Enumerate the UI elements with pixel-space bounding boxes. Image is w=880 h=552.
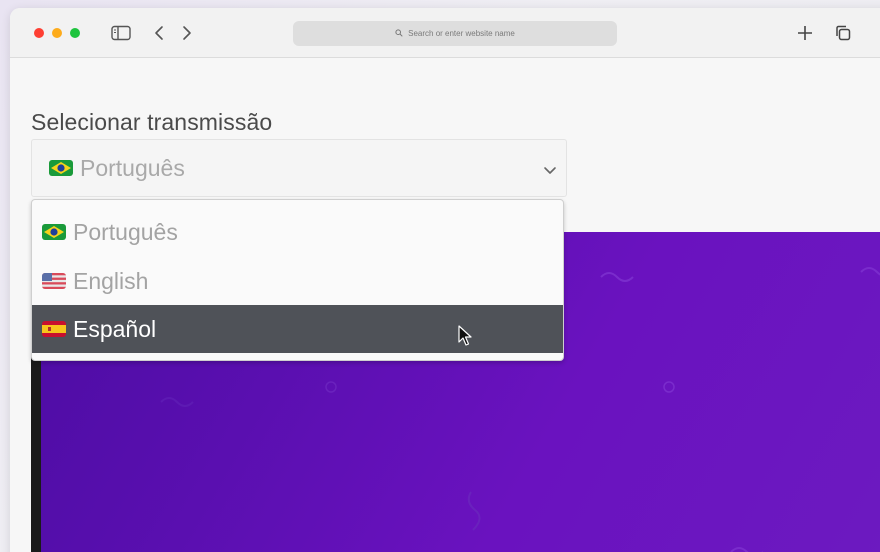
page-content: Selecionar transmissão Português Portugu… [10,59,880,552]
chevron-down-icon [542,162,558,178]
forward-icon[interactable] [176,22,198,44]
close-window-button[interactable] [34,28,44,38]
back-icon[interactable] [148,22,170,44]
brazil-flag-icon [49,160,73,176]
language-select[interactable]: Português [31,139,567,197]
address-bar[interactable]: Search or enter website name [293,21,617,46]
minimize-window-button[interactable] [52,28,62,38]
language-option-portugues[interactable]: Português [32,208,563,256]
page-title: Selecionar transmissão [31,109,273,135]
language-select-value: Português [80,154,185,181]
brazil-flag-icon [42,224,66,240]
language-option-english[interactable]: English [32,257,563,305]
tabs-overview-icon[interactable] [832,22,854,44]
language-option-espanol[interactable]: Español [32,305,563,353]
option-label: Español [73,315,157,342]
usa-flag-icon [42,273,66,289]
language-dropdown-menu: Português English Español [31,199,564,361]
option-label: Português [73,218,178,245]
zoom-window-button[interactable] [70,28,80,38]
browser-toolbar: Search or enter website name [10,8,880,58]
new-tab-icon[interactable] [794,22,816,44]
mouse-pointer-icon [458,325,472,347]
browser-window: Search or enter website name Selecionar … [10,8,880,552]
sidebar-icon[interactable] [110,22,132,44]
address-placeholder: Search or enter website name [408,29,515,38]
search-icon [395,28,403,39]
spain-flag-icon [42,321,66,337]
option-label: English [73,267,149,294]
